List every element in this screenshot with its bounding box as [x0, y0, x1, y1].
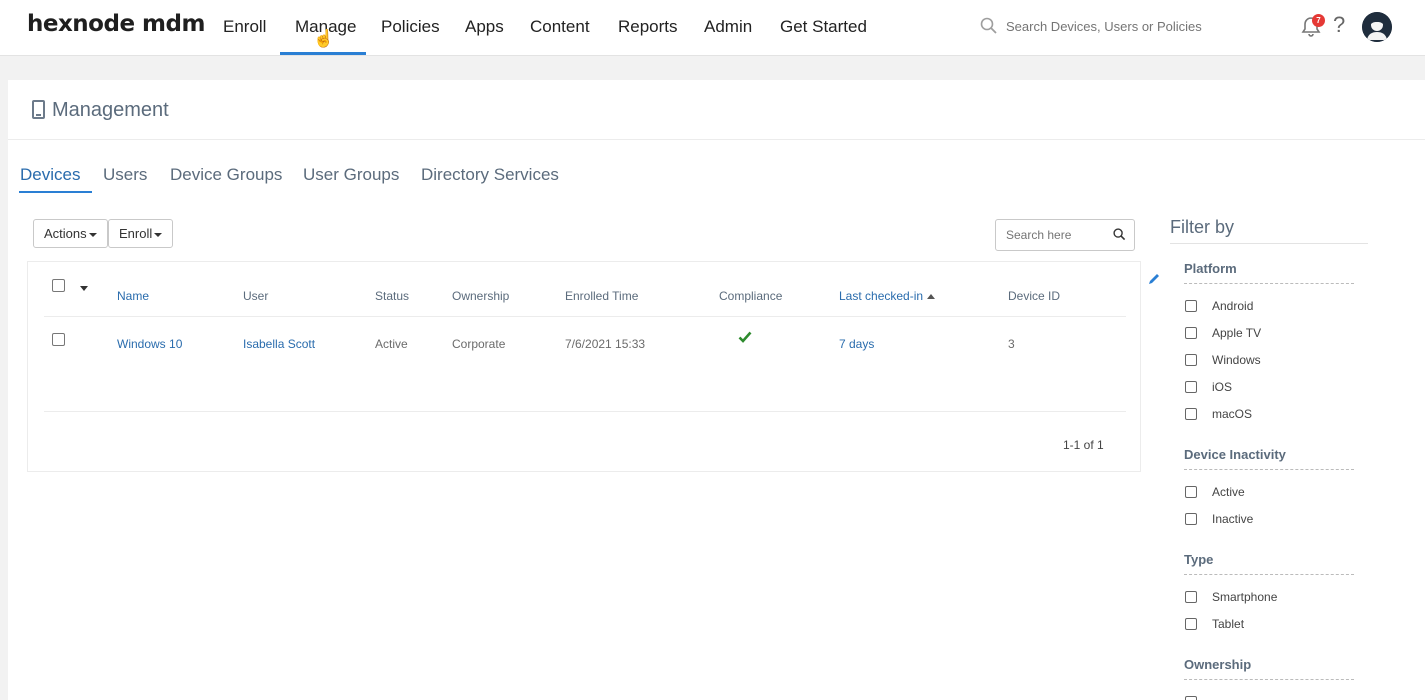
nav-admin[interactable]: Admin [704, 17, 752, 37]
page-header: Management [8, 80, 1425, 140]
active-tab-indicator [19, 191, 92, 193]
nav-policies[interactable]: Policies [381, 17, 440, 37]
filter-checkbox-android[interactable] [1185, 300, 1197, 312]
filter-checkbox-active[interactable] [1185, 486, 1197, 498]
column-header-ownership[interactable]: Ownership [452, 289, 509, 303]
filter-checkbox-apple-tv[interactable] [1185, 327, 1197, 339]
header-divider [44, 316, 1126, 317]
filter-checkbox-smartphone[interactable] [1185, 591, 1197, 603]
tab-users[interactable]: Users [103, 165, 147, 185]
page-title: Management [52, 99, 169, 121]
global-search-input[interactable] [1006, 19, 1266, 34]
search-icon [980, 17, 997, 34]
filter-checkbox-ios[interactable] [1185, 381, 1197, 393]
help-icon[interactable]: ? [1333, 12, 1345, 38]
user-avatar[interactable] [1362, 12, 1392, 42]
filter-group-divider [1184, 574, 1354, 575]
filter-option-android[interactable]: Android [1212, 299, 1253, 313]
active-nav-indicator [280, 52, 366, 55]
compliance-check-icon [738, 331, 752, 343]
sort-ascending-icon [927, 294, 936, 300]
device-ownership: Corporate [452, 337, 506, 351]
filter-checkbox-inactive[interactable] [1185, 513, 1197, 525]
tab-user-groups[interactable]: User Groups [303, 165, 399, 185]
nav-apps[interactable]: Apps [465, 17, 504, 37]
column-header-user[interactable]: User [243, 289, 268, 303]
filter-option-windows[interactable]: Windows [1212, 353, 1261, 367]
column-header-enrolled-time[interactable]: Enrolled Time [565, 289, 638, 303]
filter-group-device-inactivity: Device Inactivity [1184, 447, 1286, 462]
table-footer-divider [44, 411, 1126, 412]
management-panel: Management Devices Users Device Groups U… [8, 80, 1425, 700]
device-search-input[interactable] [1006, 228, 1106, 242]
filter-option-inactive[interactable]: Inactive [1212, 512, 1253, 526]
device-name-link[interactable]: Windows 10 [117, 337, 182, 351]
column-header-last-checked-in[interactable]: Last checked-in [839, 289, 936, 303]
actions-label: Actions [44, 226, 87, 241]
mobile-device-icon [32, 100, 45, 119]
column-header-compliance[interactable]: Compliance [719, 289, 782, 303]
device-search-box [995, 219, 1135, 251]
notification-count-badge: 7 [1312, 14, 1325, 27]
column-header-status[interactable]: Status [375, 289, 409, 303]
hexnode-logo[interactable]: hexnode mdm [27, 11, 205, 37]
filter-checkbox-ownership-option[interactable] [1185, 696, 1197, 700]
filter-option-macos[interactable]: macOS [1212, 407, 1252, 421]
filter-option-ios[interactable]: iOS [1212, 380, 1232, 394]
filter-checkbox-tablet[interactable] [1185, 618, 1197, 630]
nav-enroll[interactable]: Enroll [223, 17, 266, 37]
enroll-dropdown-button[interactable]: Enroll [108, 219, 174, 248]
device-id: 3 [1008, 337, 1015, 351]
filter-option-tablet[interactable]: Tablet [1212, 617, 1244, 631]
filter-title: Filter by [1170, 217, 1235, 237]
pagination-info: 1-1 of 1 [1063, 438, 1104, 452]
nav-content[interactable]: Content [530, 17, 590, 37]
filter-group-divider [1184, 469, 1354, 470]
device-status: Active [375, 337, 408, 351]
search-icon[interactable] [1113, 228, 1126, 241]
chevron-down-icon [88, 232, 97, 237]
last-checked-in-label: Last checked-in [839, 289, 924, 303]
filter-group-divider [1184, 679, 1354, 680]
top-navigation-bar: hexnode mdm Enroll Manage Policies Apps … [0, 0, 1425, 56]
nav-reports[interactable]: Reports [618, 17, 678, 37]
row-checkbox[interactable] [52, 333, 65, 346]
device-enrolled-time: 7/6/2021 15:33 [565, 337, 646, 351]
chevron-down-icon[interactable] [80, 286, 88, 291]
select-all-checkbox[interactable] [52, 279, 65, 292]
column-header-device-id[interactable]: Device ID [1008, 289, 1060, 303]
filter-group-ownership: Ownership [1184, 657, 1252, 672]
filter-group-platform: Platform [1184, 261, 1237, 276]
filter-checkbox-macos[interactable] [1185, 408, 1197, 420]
filter-group-divider [1184, 283, 1354, 284]
filter-divider [1170, 243, 1368, 244]
filter-option-smartphone[interactable]: Smartphone [1212, 590, 1277, 604]
column-header-name[interactable]: Name [117, 289, 149, 303]
device-user-link[interactable]: Isabella Scott [243, 337, 315, 351]
filter-option-apple-tv[interactable]: Apple TV [1212, 326, 1261, 340]
mouse-pointer-icon: ☝ [313, 29, 335, 48]
filter-checkbox-windows[interactable] [1185, 354, 1197, 366]
actions-dropdown-button[interactable]: Actions [33, 219, 108, 248]
edit-columns-pencil-icon[interactable] [1147, 272, 1161, 286]
enroll-label: Enroll [119, 226, 153, 241]
tab-directory-services[interactable]: Directory Services [421, 165, 559, 185]
filter-option-active[interactable]: Active [1212, 485, 1245, 499]
tab-devices[interactable]: Devices [20, 165, 80, 185]
devices-table: Name User Status Ownership Enrolled Time… [27, 261, 1141, 472]
device-last-checked-in: 7 days [839, 337, 875, 351]
tab-device-groups[interactable]: Device Groups [170, 165, 282, 185]
nav-get-started[interactable]: Get Started [780, 17, 867, 37]
filter-group-type: Type [1184, 552, 1214, 567]
chevron-down-icon [154, 232, 163, 237]
